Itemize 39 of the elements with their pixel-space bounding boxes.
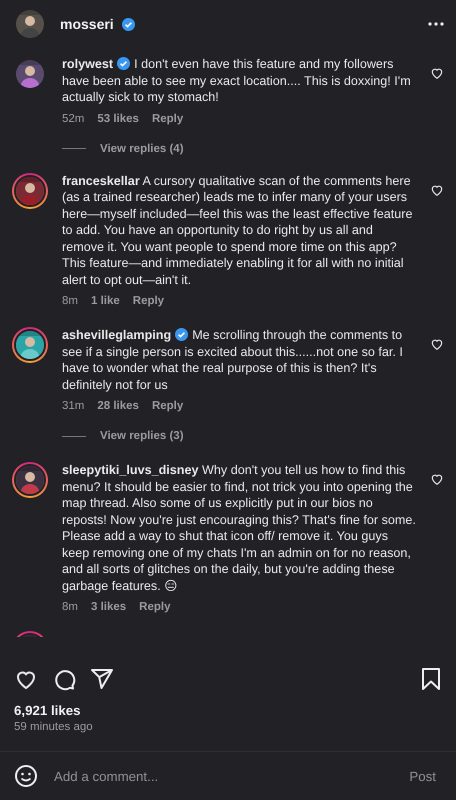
likes-count[interactable]: 53 likes xyxy=(97,112,139,124)
like-icon[interactable] xyxy=(430,472,444,486)
likes-count[interactable]: 3 likes xyxy=(90,601,126,613)
comment-text: sleepytiki_luvs_disney Why don't you tell us how to find this menu? It should be easier to find, not trick you into opening the map thread. Also some of us explicitly put in our bios no reposts! Now you're just encouraging this? That's fine for some. Please add a way to shut that icon off/ remove it. You guys keep removing one of my chats I'm an admin on for no reason, and all sorts of glitches on the daily, but you're adding these garbage features. 😑 xyxy=(62,462,416,594)
likes-count[interactable]: 28 likes xyxy=(97,400,139,412)
reply-link[interactable]: Reply xyxy=(152,400,184,412)
likes-count[interactable]: 1 like xyxy=(90,295,120,307)
share-icon[interactable] xyxy=(90,667,114,691)
comment-text: rolywest I don't even have this feature and my followers have been able to see my exact location.... This is doxxing! I'm actually sick to my stomach! xyxy=(62,56,412,106)
story-ring[interactable] xyxy=(12,327,48,363)
like-icon[interactable] xyxy=(430,182,444,196)
post-button[interactable]: Post xyxy=(403,768,442,784)
emoji-icon[interactable] xyxy=(14,764,38,788)
story-ring[interactable] xyxy=(12,172,48,208)
like-icon[interactable] xyxy=(430,337,444,351)
bookmark-icon[interactable] xyxy=(420,667,442,691)
username-link[interactable]: ashevilleglamping xyxy=(62,328,172,342)
reply-link[interactable]: Reply xyxy=(132,295,164,307)
username[interactable]: mosseri xyxy=(60,16,114,32)
comment-time: 31m xyxy=(62,400,84,412)
story-ring[interactable] xyxy=(12,462,48,498)
more-options-icon[interactable] xyxy=(428,22,444,26)
username-link[interactable]: sleepytiki_luvs_disney xyxy=(62,463,199,477)
username-link[interactable]: franceskellar xyxy=(62,174,140,188)
likes-count[interactable]: 6,921 likes xyxy=(0,697,456,718)
comment-input[interactable]: Add a comment... xyxy=(52,768,390,784)
view-replies-link[interactable]: View replies (3) xyxy=(100,430,184,442)
comment-text: ashevilleglamping Me scrolling through the comments to see if a single person is excited about this......not one so far. I have to wonder what the real purpose of this is then? It's definitely not for us xyxy=(62,327,404,393)
comment-time: 52m xyxy=(62,112,84,124)
reply-link[interactable]: Reply xyxy=(139,601,170,613)
comment-icon[interactable] xyxy=(52,667,76,691)
comment-text: franceskellar A cursory qualitative scan of the comments here (as a trained researcher) leads me to infer many of your users here—myself included—feel this was the least effective feature to add. You have an opportunity to do right by us all and remove it. You want people to spend more time on this app? This feature—and immediately enabling it for all with no initial alert to opt out—ain't it. xyxy=(62,172,414,288)
username-link[interactable]: rolywest xyxy=(62,57,114,71)
comment-time: 8m xyxy=(62,601,78,613)
comment-time: 8m xyxy=(62,295,78,307)
like-icon[interactable] xyxy=(430,66,444,80)
reply-link[interactable]: Reply xyxy=(152,112,184,124)
view-replies-link[interactable]: View replies (4) xyxy=(100,142,184,154)
post-time: 59 minutes ago xyxy=(13,720,94,733)
